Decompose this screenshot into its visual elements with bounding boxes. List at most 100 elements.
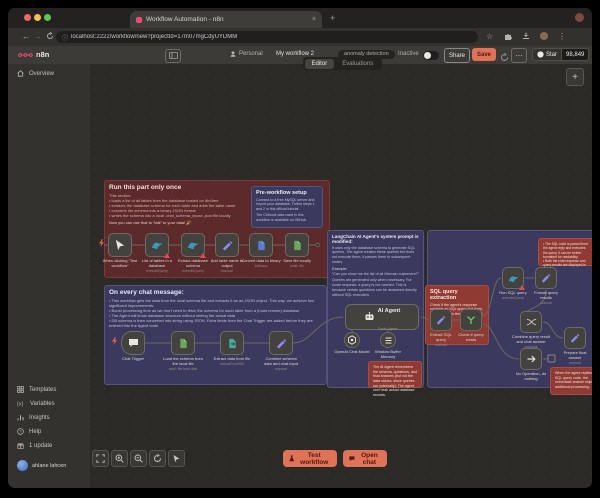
chat-icon xyxy=(349,455,355,462)
sidebar-item-variables[interactable]: {x} Variables xyxy=(17,400,55,407)
url-text: localhost:2222/workflow/new?projectId=17… xyxy=(71,34,237,40)
node-label: Convert data to binarytoBinary xyxy=(241,259,281,268)
node-label: Window Buffer Memory xyxy=(368,350,408,360)
extract-file-icon xyxy=(227,338,238,349)
browser-profile-icon[interactable] xyxy=(575,13,584,22)
workflow-canvas[interactable]: Run this part only once This section: lo… xyxy=(90,64,592,488)
node-extract-sql-query[interactable] xyxy=(430,309,452,331)
node-extract-database-schema[interactable] xyxy=(181,233,205,257)
node-label: OpenAI Chat Model xyxy=(332,350,372,355)
sidebar-item-help[interactable]: ? Help xyxy=(17,428,41,435)
zoom-to-fit-button[interactable] xyxy=(92,450,109,467)
save-button[interactable]: Save xyxy=(472,48,496,61)
reload-icon[interactable] xyxy=(46,32,54,42)
node-extract-data-from-file[interactable] xyxy=(220,331,244,355)
cursor-icon xyxy=(114,239,126,251)
tab-evaluations[interactable]: Evaluations xyxy=(335,59,380,69)
node-label: Format query resultsmanual xyxy=(530,291,562,305)
sidebar-item-templates[interactable]: Templates xyxy=(17,386,56,393)
panel-toggle-button[interactable] xyxy=(165,49,181,63)
toggle-knob xyxy=(424,52,431,59)
node-combine-result-answer[interactable] xyxy=(520,311,542,333)
browser-toolbar: ← → ⓘ localhost:2222/workflow/new?projec… xyxy=(8,28,592,46)
node-combine-schema-chat[interactable] xyxy=(269,331,293,355)
node-format-query-results[interactable] xyxy=(535,267,557,289)
node-list-of-tables[interactable] xyxy=(145,233,169,257)
user-avatar xyxy=(17,460,28,471)
n8n-logo[interactable]: n8n xyxy=(18,50,49,59)
window-close-button[interactable] xyxy=(24,14,31,21)
zoom-in-icon xyxy=(115,454,124,463)
variables-icon: {x} xyxy=(17,400,25,407)
window-zoom-button[interactable] xyxy=(44,14,51,21)
node-load-schema-file[interactable] xyxy=(171,331,195,355)
back-icon[interactable]: ← xyxy=(22,32,30,41)
node-run-sql-query[interactable] xyxy=(502,267,524,289)
sticky-title: Pre-workflow setup xyxy=(256,190,318,196)
subnode-openai-chat-model[interactable] xyxy=(344,332,360,348)
share-button[interactable]: Share xyxy=(444,48,470,63)
mysql-icon xyxy=(187,239,199,251)
node-label: No Operation, do nothing xyxy=(511,372,551,382)
browser-window: Workflow Automation - n8n × + ← → ⓘ loca… xyxy=(8,8,592,488)
gift-icon xyxy=(17,442,24,449)
activation-status-label: Inactive xyxy=(398,51,419,57)
sidebar-item-overview[interactable]: Overview xyxy=(17,70,54,77)
read-file-icon xyxy=(178,338,189,349)
node-no-operation[interactable] xyxy=(520,348,542,370)
new-tab-button[interactable]: + xyxy=(330,13,335,23)
github-star-widget[interactable]: Star 98,849 xyxy=(532,48,589,61)
zoom-in-button[interactable] xyxy=(111,450,128,467)
site-info-icon[interactable]: ⓘ xyxy=(62,33,68,42)
n8n-logo-icon xyxy=(18,51,33,59)
test-workflow-button[interactable]: Test workflow xyxy=(283,450,337,467)
node-convert-to-binary[interactable] xyxy=(249,233,273,257)
node-chat-trigger[interactable] xyxy=(121,331,145,355)
bookmark-star-icon[interactable]: ☆ xyxy=(486,32,493,41)
tab-title: Workflow Automation - n8n xyxy=(146,16,308,23)
edit-pencil-icon xyxy=(436,315,446,325)
tab-close-icon[interactable]: × xyxy=(312,16,316,23)
edit-pencil-icon xyxy=(276,338,287,349)
browser-menu-icon[interactable]: ⋮ xyxy=(558,32,566,41)
user-name: ahlane lahcen xyxy=(32,463,66,469)
sticky-note-setup[interactable]: Pre-workflow setup Connect to a free MyS… xyxy=(251,186,323,228)
zoom-out-button[interactable] xyxy=(130,450,147,467)
node-prepare-final-answer[interactable] xyxy=(564,327,586,349)
sidebar-item-insights[interactable]: Insights xyxy=(17,414,50,421)
node-add-table-name[interactable] xyxy=(215,233,239,257)
tidy-up-button[interactable] xyxy=(168,450,185,467)
browser-tab[interactable]: Workflow Automation - n8n × xyxy=(130,11,322,28)
subnode-window-buffer-memory[interactable] xyxy=(380,332,396,348)
profile-avatar-icon[interactable] xyxy=(540,32,548,40)
edit-pencil-icon xyxy=(570,333,580,343)
window-minimize-button[interactable] xyxy=(34,14,41,21)
edit-pencil-icon xyxy=(541,273,551,283)
memory-icon xyxy=(384,336,393,345)
favicon xyxy=(136,17,142,23)
add-node-button[interactable]: + xyxy=(566,68,584,86)
node-ai-agent[interactable]: AI Agent Tools Agent xyxy=(345,304,419,330)
reset-zoom-button[interactable] xyxy=(149,450,166,467)
user-menu[interactable]: ahlane lahcen xyxy=(17,460,66,471)
breadcrumb-project[interactable]: Personal xyxy=(230,51,263,57)
node-when-clicking-test-workflow[interactable] xyxy=(108,233,132,257)
forward-icon[interactable]: → xyxy=(34,32,42,41)
help-icon: ? xyxy=(17,428,24,435)
home-icon xyxy=(17,70,24,77)
open-chat-button[interactable]: Open chat xyxy=(343,450,387,467)
node-label: Load the schema from the local fileread:… xyxy=(163,357,203,371)
download-icon[interactable] xyxy=(522,32,530,42)
svg-text:{x}: {x} xyxy=(17,402,24,407)
chat-trigger-bolt-icon xyxy=(112,337,117,345)
node-check-query-exists[interactable] xyxy=(460,309,482,331)
more-options-button[interactable]: ⋯ xyxy=(511,48,527,63)
node-save-file-locally[interactable] xyxy=(285,233,309,257)
activation-toggle[interactable] xyxy=(423,51,439,60)
address-bar[interactable]: ⓘ localhost:2222/workflow/new?projectId=… xyxy=(56,31,478,43)
extensions-icon[interactable] xyxy=(504,32,512,42)
tab-editor[interactable]: Editor xyxy=(305,59,335,69)
sidebar-item-updates[interactable]: 1 update xyxy=(17,442,52,449)
undo-icon xyxy=(153,454,162,463)
sticky-note-agent-memory[interactable]: The AI Agent remembers the schema, quest… xyxy=(368,361,422,388)
